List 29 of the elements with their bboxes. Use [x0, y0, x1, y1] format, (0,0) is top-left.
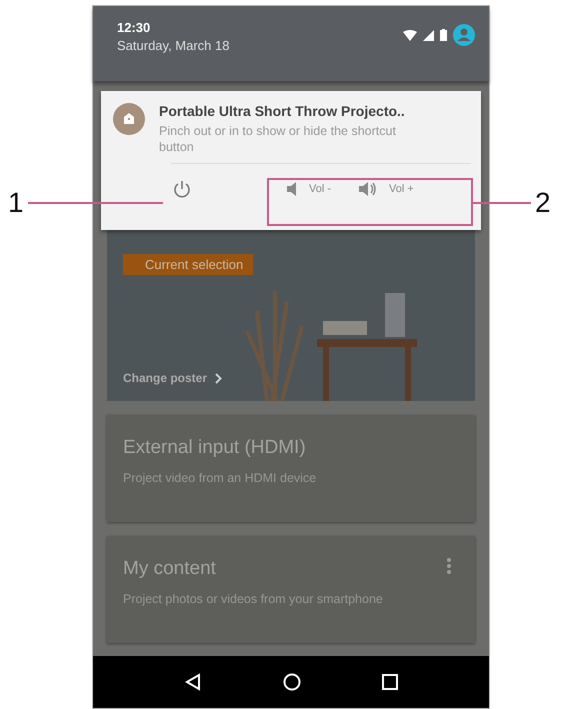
back-icon[interactable] [184, 673, 202, 691]
home-icon[interactable] [282, 673, 301, 691]
notification-message: Pinch out or in to show or hide the shortcut button [159, 123, 397, 155]
status-date: Saturday, March 18 [117, 38, 230, 53]
battery-icon [440, 29, 447, 41]
feature-card[interactable]: External input (HDMI) Project video from an HDMI device [107, 415, 475, 522]
status-time: 12:30 [117, 20, 152, 35]
user-avatar-icon[interactable] [453, 24, 475, 46]
signal-icon [423, 30, 434, 40]
chevron-icon [215, 372, 222, 384]
notification-title: Portable Ultra Short Throw Projecto.. [159, 103, 406, 119]
power-button[interactable] [171, 178, 193, 200]
app-icon [113, 103, 145, 135]
speaker-icon [287, 182, 297, 196]
callout-number: 1 [8, 188, 24, 218]
feature-card[interactable]: My content Project photos or videos from your smartphone [107, 536, 475, 643]
callout-number: 2 [535, 188, 551, 218]
current-selection-badge: Current selection [123, 254, 253, 275]
change-poster-link[interactable]: Change poster [123, 371, 222, 385]
card-title: My content [123, 558, 216, 580]
card-title: External input (HDMI) [123, 437, 306, 459]
card-subtitle: Project video from an HDMI device [123, 471, 318, 485]
volume-down-button[interactable]: Vol - [283, 180, 336, 198]
leader-line [473, 202, 531, 204]
recents-icon[interactable] [382, 674, 398, 690]
card-subtitle: Project photos or videos from your smartphone [123, 592, 384, 606]
speaker-icon [359, 182, 378, 196]
wifi-icon [403, 30, 417, 40]
volume-up-button[interactable]: Vol + [355, 180, 418, 198]
